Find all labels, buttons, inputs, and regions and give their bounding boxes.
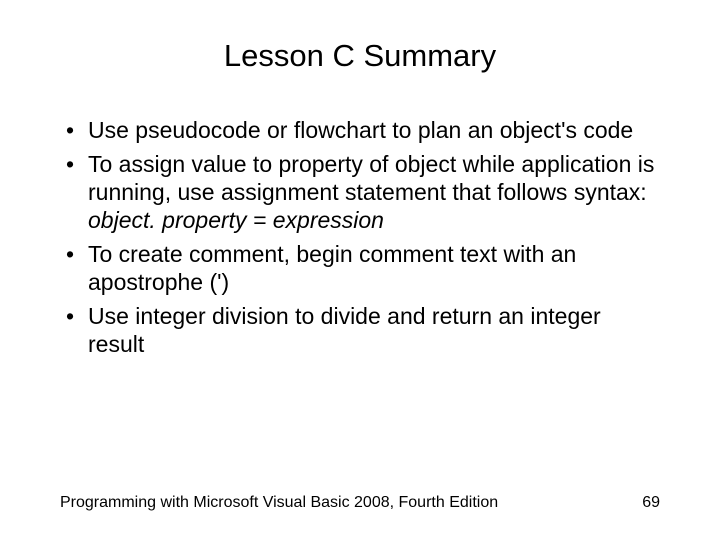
slide: Lesson C Summary Use pseudocode or flowc…	[0, 0, 720, 540]
syntax-text: object. property = expression	[88, 206, 660, 234]
list-item: To assign value to property of object wh…	[60, 150, 660, 234]
bullet-list: Use pseudocode or flowchart to plan an o…	[60, 116, 660, 358]
bullet-text: To assign value to property of object wh…	[88, 151, 654, 205]
footer: Programming with Microsoft Visual Basic …	[60, 494, 660, 512]
page-number: 69	[642, 494, 660, 512]
bullet-text: Use pseudocode or flowchart to plan an o…	[88, 117, 633, 143]
slide-title: Lesson C Summary	[60, 38, 660, 74]
list-item: Use integer division to divide and retur…	[60, 302, 660, 358]
list-item: Use pseudocode or flowchart to plan an o…	[60, 116, 660, 144]
bullet-text: To create comment, begin comment text wi…	[88, 241, 576, 295]
list-item: To create comment, begin comment text wi…	[60, 240, 660, 296]
footer-text: Programming with Microsoft Visual Basic …	[60, 494, 498, 512]
bullet-text: Use integer division to divide and retur…	[88, 303, 601, 357]
